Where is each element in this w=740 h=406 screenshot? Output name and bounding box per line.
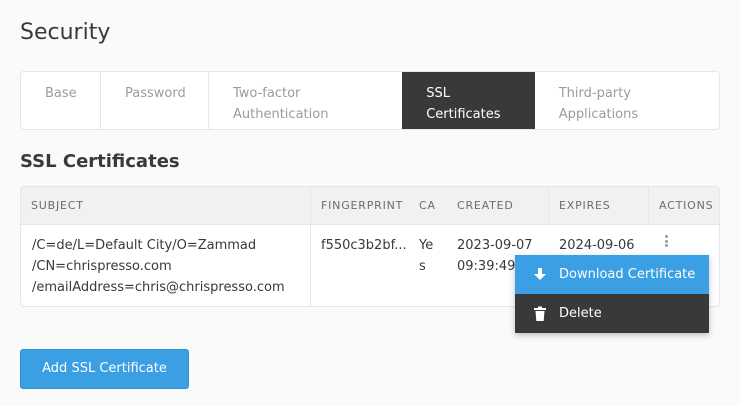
download-certificate-menu-item[interactable]: Download Certificate — [515, 255, 709, 294]
page-title: Security — [20, 20, 111, 45]
cell-ca: Ye s — [409, 225, 447, 277]
ca-value: s — [419, 259, 426, 274]
tab-label: Third-party — [558, 86, 631, 101]
kebab-dot — [664, 239, 668, 243]
column-header-created[interactable]: CREATED — [447, 187, 549, 225]
kebab-menu-icon[interactable] — [661, 233, 671, 249]
column-header-fingerprint[interactable]: FINGERPRINT — [311, 187, 409, 225]
security-tabs: Base Password Two-factor Authentication … — [20, 71, 720, 130]
column-header-subject[interactable]: SUBJECT — [21, 187, 311, 225]
tab-label: Password — [125, 86, 186, 101]
tab-label: SSL — [426, 86, 450, 101]
menu-item-label: Download Certificate — [559, 267, 696, 282]
add-ssl-certificate-button[interactable]: Add SSL Certificate — [20, 349, 189, 389]
tab-label: Two-factor — [233, 86, 301, 101]
trash-icon — [533, 306, 547, 322]
section-title: SSL Certificates — [20, 151, 180, 172]
column-header-expires[interactable]: EXPIRES — [549, 187, 649, 225]
column-divider — [548, 187, 549, 225]
kebab-dot — [664, 244, 668, 247]
kebab-dot — [664, 235, 668, 238]
tab-password[interactable]: Password — [101, 72, 209, 129]
subject-line: /CN=chrispresso.com — [32, 259, 172, 274]
download-icon — [533, 267, 547, 283]
tab-two-factor-authentication[interactable]: Two-factor Authentication — [209, 72, 402, 129]
column-header-actions: ACTIONS — [659, 199, 714, 212]
cell-subject: /C=de/L=Default City/O=Zammad /CN=chrisp… — [21, 225, 311, 298]
ca-value: Ye — [419, 238, 434, 253]
actions-dropdown-menu: Download Certificate Delete — [515, 255, 709, 333]
table-header: SUBJECT FINGERPRINT CA CREATED EXPIRES A… — [21, 187, 719, 225]
tab-label: Applications — [558, 107, 639, 122]
tab-base[interactable]: Base — [21, 72, 101, 129]
cell-fingerprint: f550c3b2bf... — [321, 238, 407, 253]
subject-line: /emailAddress=chris@chrispresso.com — [32, 280, 285, 295]
tab-label: Authentication — [233, 107, 329, 122]
created-date: 2023-09-07 — [457, 238, 533, 253]
menu-item-label: Delete — [559, 306, 602, 321]
tab-label: Base — [45, 86, 77, 101]
cell-expires: 2024-09-06 — [559, 238, 635, 253]
tab-third-party-applications[interactable]: Third-party Applications — [535, 72, 719, 129]
tab-label: Certificates — [426, 107, 501, 122]
tab-ssl-certificates[interactable]: SSL Certificates — [402, 72, 535, 129]
column-divider — [648, 187, 649, 225]
column-header-ca[interactable]: CA — [409, 187, 447, 225]
subject-line: /C=de/L=Default City/O=Zammad — [32, 238, 257, 253]
delete-menu-item[interactable]: Delete — [515, 294, 709, 333]
